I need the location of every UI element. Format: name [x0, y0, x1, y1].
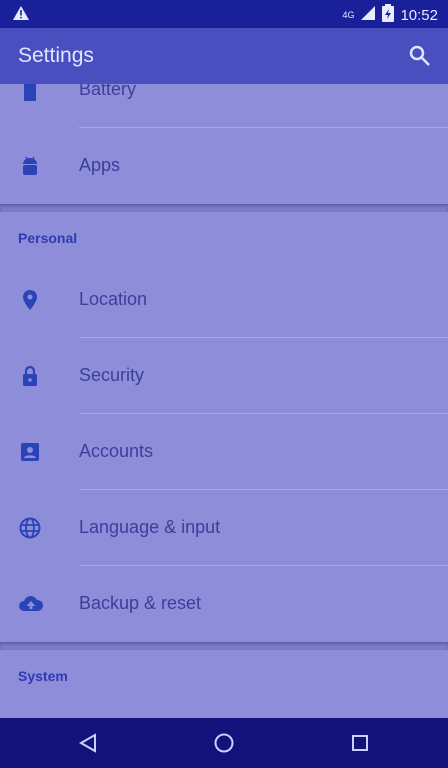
cloud-upload-icon: [18, 592, 44, 616]
section-header: Personal: [0, 212, 448, 262]
section-divider: [0, 642, 448, 650]
navigation-bar: [0, 718, 448, 768]
system-section: System: [0, 650, 448, 718]
settings-item-label: Location: [79, 289, 148, 309]
section-divider: [0, 204, 448, 212]
app-bar: Settings: [0, 28, 448, 84]
clock: 10:52: [400, 6, 438, 24]
personal-section: Personal Location Security Accounts Lang…: [0, 212, 448, 642]
section-title: Personal: [18, 230, 78, 246]
settings-item-label: Language & input: [79, 517, 221, 537]
page-title: Settings: [18, 44, 94, 67]
search-icon[interactable]: [406, 42, 434, 70]
battery-icon: [382, 4, 395, 26]
recents-icon[interactable]: [348, 731, 372, 755]
battery-icon: [18, 84, 42, 102]
network-type-label: 4G: [342, 10, 355, 20]
status-bar: 4G 10:52: [0, 0, 448, 28]
settings-item-location[interactable]: Location: [0, 262, 448, 338]
lock-icon: [18, 364, 42, 388]
settings-item-language[interactable]: Language & input: [0, 490, 448, 566]
account-icon: [18, 440, 42, 464]
back-icon[interactable]: [76, 731, 100, 755]
settings-item-label: Apps: [79, 155, 121, 175]
settings-item-label: Accounts: [79, 441, 154, 461]
android-icon: [18, 154, 42, 178]
settings-item-security[interactable]: Security: [0, 338, 448, 414]
settings-item-label: Backup & reset: [79, 593, 202, 613]
section-header: System: [0, 650, 448, 700]
device-section: Battery Apps: [0, 84, 448, 204]
section-title: System: [18, 668, 68, 684]
signal-icon: [360, 5, 376, 25]
settings-list: Battery Apps Personal Location Security: [0, 84, 448, 718]
location-icon: [18, 288, 42, 312]
globe-icon: [18, 516, 42, 540]
settings-item-accounts[interactable]: Accounts: [0, 414, 448, 490]
settings-item-apps[interactable]: Apps: [0, 128, 448, 204]
home-icon[interactable]: [212, 731, 236, 755]
warning-icon: [12, 5, 30, 25]
settings-item-label: Battery: [79, 84, 137, 99]
settings-item-backup[interactable]: Backup & reset: [0, 566, 448, 642]
settings-item-label: Security: [79, 365, 145, 385]
settings-item-battery[interactable]: Battery: [0, 84, 448, 128]
